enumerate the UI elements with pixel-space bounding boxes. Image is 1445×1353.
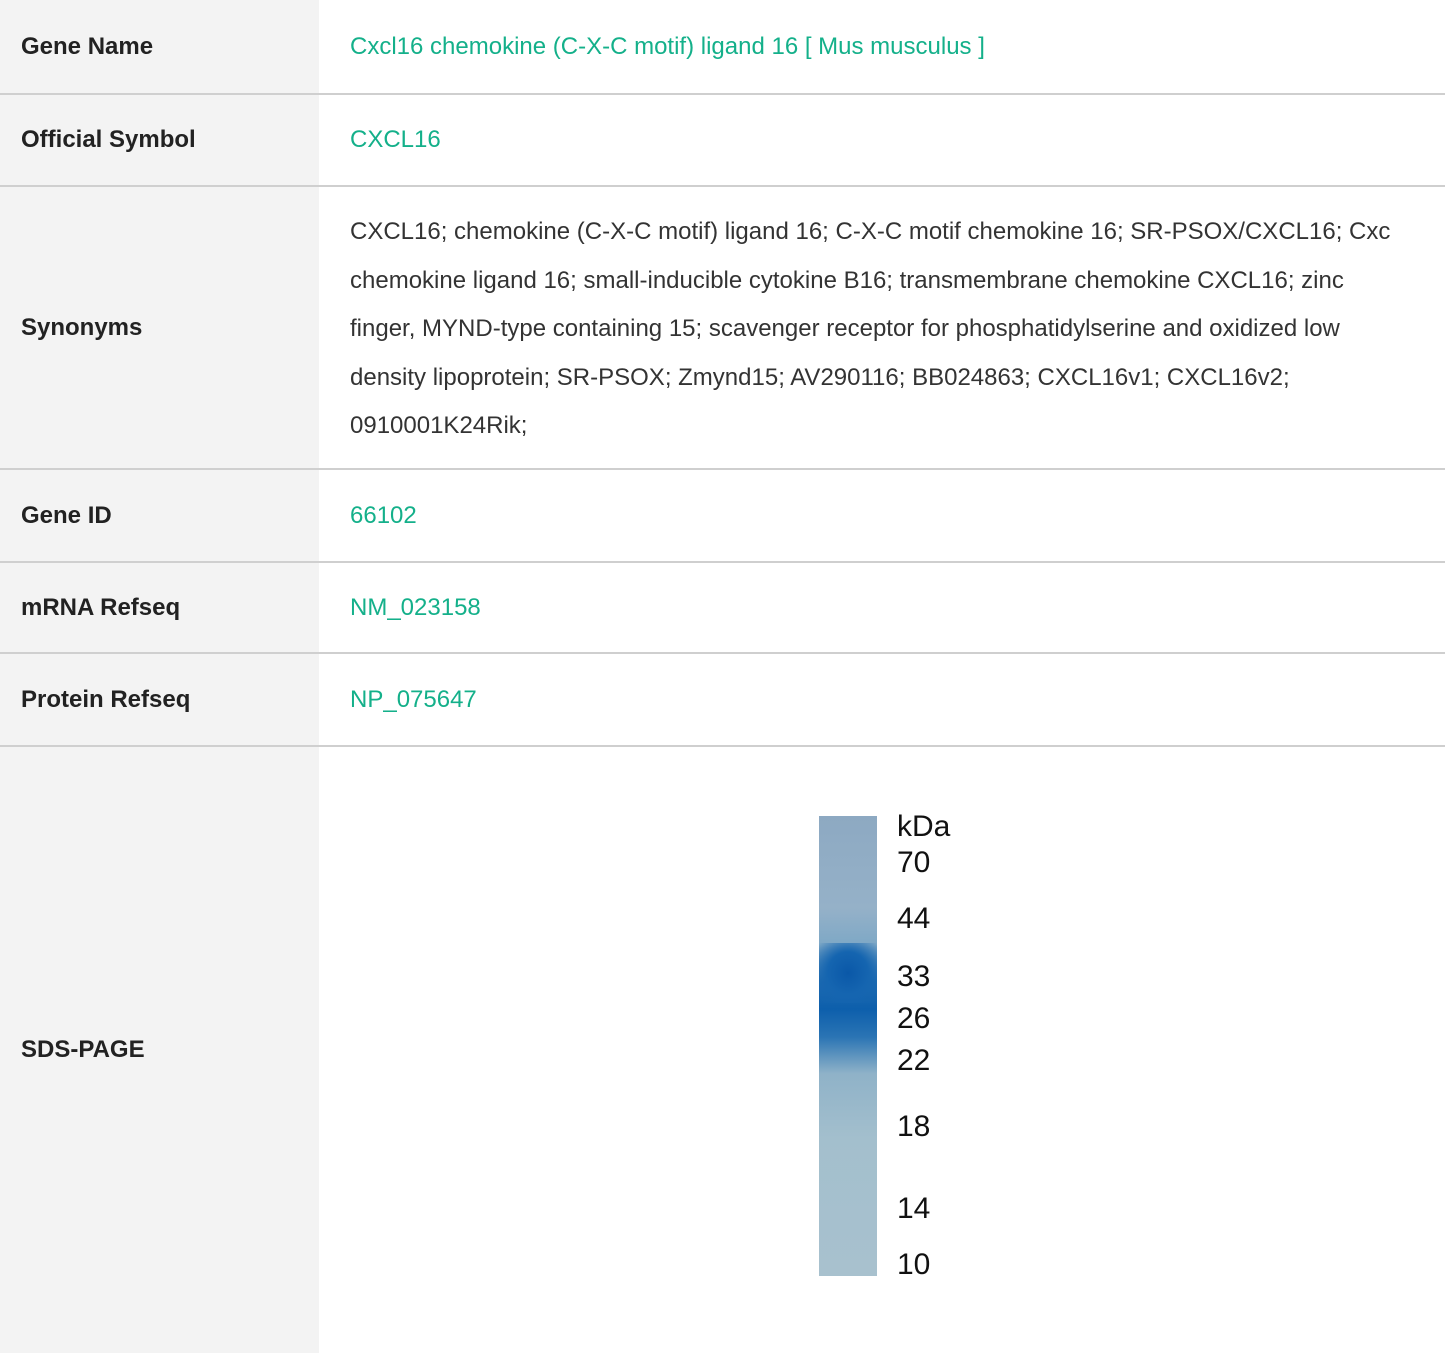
- marker-label: 26: [897, 1002, 931, 1035]
- table-row-gene-id: Gene ID 66102: [0, 469, 1445, 563]
- marker-label: 44: [897, 902, 931, 935]
- mrna-refseq-label: mRNA Refseq: [0, 562, 319, 654]
- marker-label: 33: [897, 960, 931, 993]
- marker-label: 22: [897, 1044, 931, 1077]
- synonyms-label: Synonyms: [0, 186, 319, 470]
- sds-page-gel-image: kDa 70 44 33 26 22 18 14 10: [775, 778, 989, 1298]
- mrna-refseq-link[interactable]: NM_023158: [350, 594, 481, 621]
- gel-lane: [819, 816, 877, 1276]
- gene-info-table: Gene Name Cxcl16 chemokine (C-X-C motif)…: [0, 0, 1445, 1353]
- mrna-refseq-cell: NM_023158: [319, 562, 1445, 654]
- marker-label: 10: [897, 1248, 931, 1281]
- marker-label: 70: [897, 846, 931, 879]
- official-symbol-link[interactable]: CXCL16: [350, 126, 441, 153]
- table-row-mrna-refseq: mRNA Refseq NM_023158: [0, 562, 1445, 654]
- table-row-official-symbol: Official Symbol CXCL16: [0, 94, 1445, 187]
- protein-refseq-label: Protein Refseq: [0, 653, 319, 747]
- protein-band: [819, 943, 877, 1003]
- protein-refseq-link[interactable]: NP_075647: [350, 686, 477, 713]
- table-row-sds-page: SDS-PAGE kDa 70 44 33 26 22 18 14 10: [0, 746, 1445, 1353]
- gene-name-cell: Cxcl16 chemokine (C-X-C motif) ligand 16…: [319, 0, 1445, 95]
- synonyms-text: CXCL16; chemokine (C-X-C motif) ligand 1…: [350, 218, 1391, 440]
- official-symbol-label: Official Symbol: [0, 94, 319, 187]
- sds-page-label: SDS-PAGE: [0, 746, 319, 1353]
- marker-label: 18: [897, 1110, 931, 1143]
- gene-name-label: Gene Name: [0, 0, 319, 95]
- protein-refseq-cell: NP_075647: [319, 653, 1445, 747]
- gel-unit-label: kDa: [897, 810, 951, 843]
- official-symbol-cell: CXCL16: [319, 94, 1445, 187]
- gene-id-link[interactable]: 66102: [350, 502, 417, 529]
- table-row-synonyms: Synonyms CXCL16; chemokine (C-X-C motif)…: [0, 186, 1445, 470]
- gene-id-cell: 66102: [319, 469, 1445, 563]
- synonyms-cell: CXCL16; chemokine (C-X-C motif) ligand 1…: [319, 186, 1445, 470]
- marker-label: 14: [897, 1192, 931, 1225]
- sds-page-cell: kDa 70 44 33 26 22 18 14 10: [319, 746, 1445, 1353]
- table-row-protein-refseq: Protein Refseq NP_075647: [0, 653, 1445, 747]
- gene-name-link[interactable]: Cxcl16 chemokine (C-X-C motif) ligand 16…: [350, 33, 985, 60]
- gene-id-label: Gene ID: [0, 469, 319, 563]
- table-row-gene-name: Gene Name Cxcl16 chemokine (C-X-C motif)…: [0, 0, 1445, 95]
